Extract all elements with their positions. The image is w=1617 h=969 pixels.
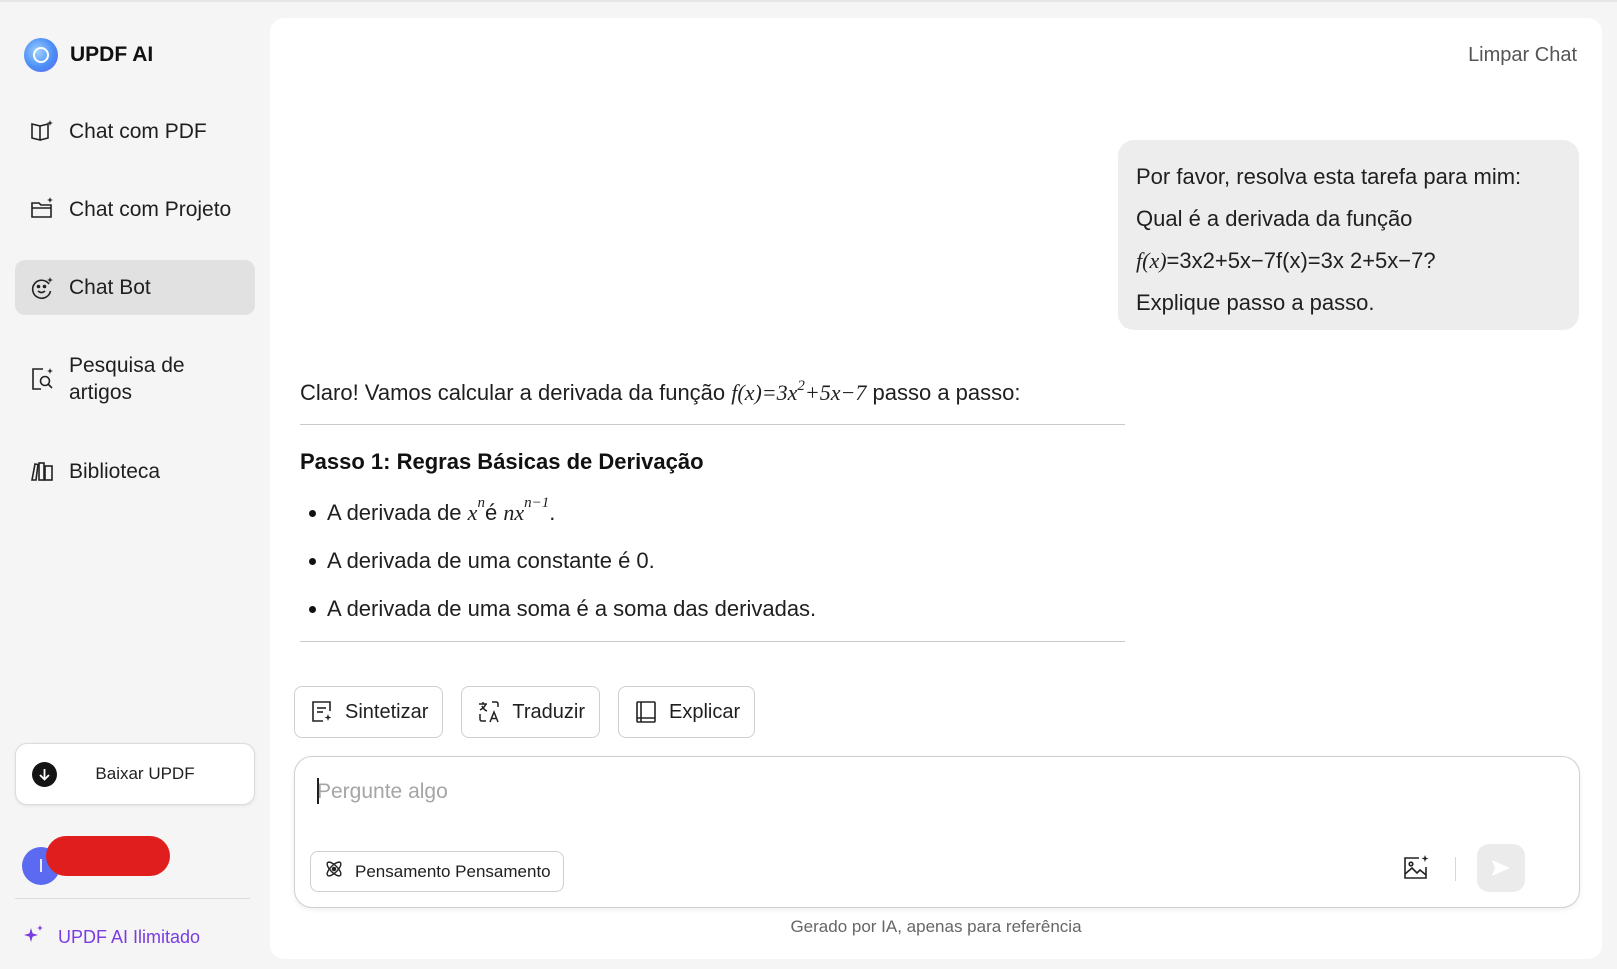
send-icon: [1492, 860, 1510, 876]
list-text: .: [549, 500, 556, 525]
sparkle-icon: [22, 923, 46, 952]
math-expression: f(x): [1136, 248, 1167, 273]
sidebar-item-label: Chat com PDF: [69, 119, 207, 143]
user-message-bubble: Por favor, resolva esta tarefa para mim:…: [1118, 140, 1579, 330]
download-label: Baixar UPDF: [95, 764, 195, 783]
folder-sparkle-icon: [29, 196, 55, 222]
composer: Pensamento Pensamento: [294, 756, 1580, 908]
brand[interactable]: UPDF AI: [24, 38, 153, 72]
translate-button[interactable]: Traduzir: [461, 686, 600, 738]
sidebar-item-pesquisa[interactable]: Pesquisa de artigos: [15, 347, 255, 411]
list-item: A derivada de uma constante é 0.: [300, 537, 1125, 585]
sidebar: UPDF AI Chat com PDF Chat com Projeto Ch…: [0, 2, 270, 969]
brand-name: UPDF AI: [70, 43, 154, 66]
list-text: é: [484, 500, 498, 525]
divider: [300, 641, 1125, 642]
text-caret: [317, 778, 319, 804]
list-text: A derivada de: [327, 500, 462, 525]
list-item: A derivada de uma soma é a soma das deri…: [300, 585, 1125, 633]
divider: [300, 424, 1125, 425]
math-variable: x: [467, 500, 478, 525]
math-part: f(x)=3x: [731, 380, 798, 405]
intro-text: passo a passo:: [866, 380, 1021, 405]
sidebar-item-chat-pdf[interactable]: Chat com PDF: [15, 102, 255, 160]
bullet-dot: [309, 557, 316, 565]
clear-chat-button[interactable]: Limpar Chat: [1468, 44, 1577, 67]
message-line: Por favor, resolva esta tarefa para mim:: [1136, 164, 1522, 189]
sidebar-item-chat-bot[interactable]: Chat Bot: [15, 260, 255, 315]
book-icon: [633, 699, 659, 725]
bot-face-icon: [29, 275, 55, 301]
atom-icon: [323, 858, 345, 885]
disclaimer: Gerado por IA, apenas para referência: [790, 917, 1082, 936]
message-line: Qual é a derivada da função: [1136, 206, 1413, 231]
translate-icon: [476, 699, 502, 725]
message-line: f(x)=3x2+5x−7f(x)=3x 2+5x−7?: [1136, 240, 1561, 282]
image-upload-button[interactable]: [1401, 853, 1431, 883]
summarize-button[interactable]: Sintetizar: [294, 686, 444, 738]
bullet-list: A derivada de xn é nx n−1. A derivada de …: [300, 489, 1125, 633]
list-item: A derivada de xn é nx n−1.: [300, 489, 1125, 537]
updf-logo-icon: [24, 38, 58, 72]
search-document-icon: [29, 366, 55, 392]
thinking-mode-button[interactable]: Pensamento Pensamento: [310, 851, 564, 892]
divider: [1455, 857, 1456, 881]
sidebar-item-label: Chat Bot: [69, 276, 151, 299]
sidebar-item-chat-projeto[interactable]: Chat com Projeto: [15, 180, 255, 238]
book-sparkle-icon: [29, 118, 55, 144]
thinking-mode-label: Pensamento Pensamento: [355, 861, 551, 881]
explain-button[interactable]: Explicar: [617, 686, 756, 738]
upgrade-label: UPDF AI Ilimitado: [58, 927, 201, 947]
step-title: Passo 1: Regras Básicas de Derivação: [300, 449, 704, 474]
bullet-dot: [309, 509, 316, 517]
sidebar-item-label: Chat com Projeto: [69, 197, 232, 221]
sidebar-item-biblioteca[interactable]: Biblioteca: [15, 442, 255, 500]
math-exponent: n−1: [524, 495, 550, 511]
math-exponent: 2: [797, 378, 805, 394]
math-expression: f(x)=3x2+5x−7: [731, 378, 867, 405]
intro-text: Claro! Vamos calcular a derivada da funç…: [300, 380, 732, 405]
translate-label: Traduzir: [512, 700, 585, 723]
prompt-input[interactable]: [317, 775, 1317, 809]
explain-label: Explicar: [668, 700, 741, 723]
library-icon: [29, 458, 55, 484]
math-variable: nx: [503, 500, 525, 525]
image-sparkle-icon: [1404, 855, 1429, 879]
summarize-label: Sintetizar: [345, 700, 429, 723]
summarize-icon: [309, 699, 335, 725]
chat-panel: Limpar Chat Por favor, resolva esta tare…: [270, 18, 1602, 959]
assistant-answer: Claro! Vamos calcular a derivada da funç…: [300, 378, 1125, 642]
download-updf-button[interactable]: Baixar UPDF: [15, 743, 255, 805]
list-text: A derivada de uma soma é a soma das deri…: [327, 596, 817, 621]
bullet-dot: [309, 605, 316, 613]
math-exponent: n: [477, 495, 485, 511]
math-part: +5x−7: [804, 380, 867, 405]
redaction-mark: [46, 836, 170, 876]
message-line: Explique passo a passo.: [1136, 290, 1375, 315]
sidebar-item-label: Pesquisa de artigos: [69, 354, 185, 404]
send-button[interactable]: [1477, 844, 1525, 892]
message-text: =3x2+5x−7f(x)=3x 2+5x−7?: [1166, 248, 1436, 273]
list-text: A derivada de uma constante é 0.: [327, 548, 655, 573]
sidebar-item-label: Biblioteca: [69, 459, 161, 483]
upgrade-link[interactable]: UPDF AI Ilimitado: [22, 923, 200, 952]
divider: [15, 898, 250, 899]
answer-intro: Claro! Vamos calcular a derivada da funç…: [300, 378, 1125, 411]
quick-actions: Sintetizar Traduzir Explicar: [294, 686, 756, 738]
